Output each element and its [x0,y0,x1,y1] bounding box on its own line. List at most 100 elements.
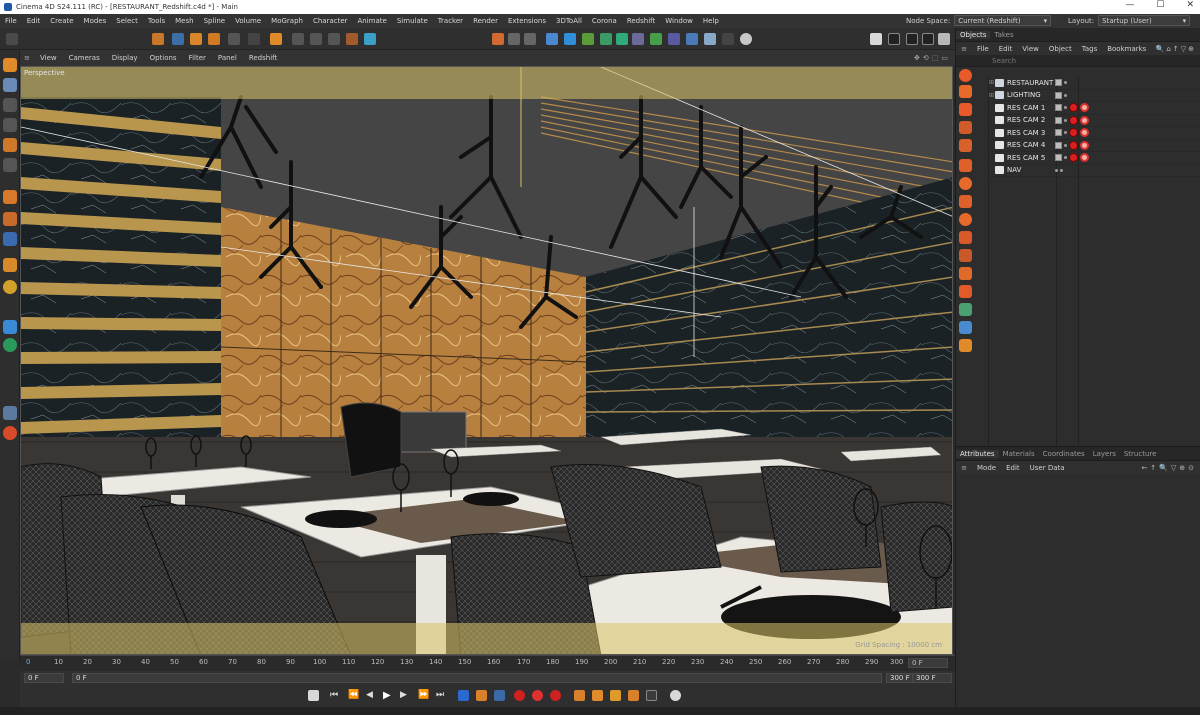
car-icon[interactable] [959,159,972,172]
objects-menu-view[interactable]: View [1017,45,1044,53]
motion-system-icon[interactable] [670,690,681,701]
tree-row-nav[interactable]: NAV [989,165,1200,177]
plugin-icon[interactable] [3,338,17,352]
camera-tag-icon[interactable] [1069,103,1078,113]
visibility-dot[interactable] [1064,143,1067,147]
minimize-button[interactable]: — [1125,0,1134,10]
point-mode-icon[interactable] [3,118,17,132]
position-key-icon[interactable] [574,690,585,701]
layer-checkbox[interactable] [1055,154,1062,162]
sky-icon[interactable] [959,285,972,298]
cloner-icon[interactable] [650,33,662,45]
group-icon[interactable] [959,195,972,208]
camera-tag-icon[interactable] [1069,140,1078,150]
layer-checkbox[interactable] [1055,79,1062,87]
lightbulb-icon[interactable] [959,177,972,190]
tab-materials[interactable]: Materials [999,450,1039,458]
hamburger-icon[interactable]: ≡ [956,464,972,472]
visibility-dot[interactable] [1055,168,1058,172]
tree-row-res-cam-3[interactable]: RES CAM 3 [989,127,1200,140]
node-space-dropdown[interactable]: Current (Redshift) ▾ [954,15,1052,26]
scatter-icon[interactable] [959,321,972,334]
cube-icon[interactable] [959,249,972,262]
visibility-dot[interactable] [1064,131,1067,135]
generator-icon[interactable] [616,33,628,45]
viewport-menu-panel[interactable]: Panel [212,54,243,62]
settings-icon[interactable] [938,33,950,45]
live-selection-icon[interactable] [152,33,164,45]
menu-extensions[interactable]: Extensions [503,17,551,25]
tree-row-res-cam-2[interactable]: RES CAM 2 [989,115,1200,127]
tree-row-res-cam-4[interactable]: RES CAM 4 [989,140,1200,152]
previous-frame-icon[interactable]: ◀ [366,690,377,701]
attributes-menu-edit[interactable]: Edit [1001,464,1025,472]
sculpt-icon[interactable] [3,280,17,294]
coordinate-system-icon[interactable] [346,33,358,45]
menu-create[interactable]: Create [45,17,78,25]
tab-takes[interactable]: Takes [990,31,1017,39]
objects-menu-object[interactable]: Object [1044,45,1077,53]
viewport-menu-redshift[interactable]: Redshift [243,54,283,62]
menu-tools[interactable]: Tools [143,17,170,25]
preview-start-input[interactable]: 0 F [72,673,882,683]
polygon-mode-icon[interactable] [3,158,17,172]
scale-key-icon[interactable] [610,690,621,701]
next-frame-icon[interactable]: ▶ [400,690,411,701]
previous-key-icon[interactable]: ⏪ [348,690,359,701]
clapboard-icon[interactable] [922,33,934,45]
scene-icon[interactable] [686,33,698,45]
axis-mode-icon[interactable] [3,190,17,204]
max-frame-input[interactable]: 300 F [912,673,952,683]
tab-structure[interactable]: Structure [1120,450,1161,458]
edge-mode-icon[interactable] [3,138,17,152]
play-icon[interactable]: ▶ [383,690,394,701]
light-group-icon[interactable] [959,103,972,116]
tree-row-restaurant[interactable]: ⊞ RESTAURANT [989,77,1200,90]
record-settings-icon[interactable] [308,690,319,701]
current-frame-input[interactable]: 0 F [24,673,64,683]
viewport-menu-filter[interactable]: Filter [183,54,212,62]
menu-file[interactable]: File [0,17,22,25]
gear-icon[interactable] [959,85,972,98]
attributes-menu-user-data[interactable]: User Data [1025,464,1070,472]
viewport-nav-icons[interactable]: ✥⟲⬚▭ [914,54,951,62]
redshift-render-icon[interactable] [870,33,882,45]
objects-menu-file[interactable]: File [972,45,994,53]
protection-tag-icon[interactable] [1080,128,1089,138]
model-icon[interactable] [3,78,17,92]
light-icon[interactable] [740,33,752,45]
menu-help[interactable]: Help [698,17,724,25]
record-key-icon[interactable] [514,690,525,701]
protection-tag-icon[interactable] [1080,140,1089,150]
menu-modes[interactable]: Modes [79,17,112,25]
wrench-icon[interactable] [3,320,17,334]
texture-icon[interactable] [3,98,17,112]
objects-menu-tags[interactable]: Tags [1077,45,1103,53]
menu-render[interactable]: Render [468,17,503,25]
attributes-nav-icons[interactable]: ←↑🔍▽⊕⊙ [1141,464,1197,472]
visibility-dot[interactable] [1064,118,1067,122]
hamburger-icon[interactable]: ≡ [956,45,972,53]
keyframe-mode-icon[interactable] [476,690,487,701]
menu-select[interactable]: Select [111,17,143,25]
z-axis-lock-icon[interactable] [328,33,340,45]
viewport-menu-view[interactable]: View [34,54,63,62]
menu-spline[interactable]: Spline [199,17,231,25]
maximize-button[interactable]: ☐ [1156,0,1164,10]
x-axis-lock-icon[interactable] [292,33,304,45]
go-to-start-icon[interactable]: ⏮ [330,690,341,701]
viewport-menu-cameras[interactable]: Cameras [63,54,106,62]
current-frame-field[interactable]: 0 F [908,658,948,668]
floor-icon[interactable] [704,33,716,45]
tree-row-lighting[interactable]: ⊞ LIGHTING [989,90,1200,102]
menu-window[interactable]: Window [660,17,698,25]
menu-3dtoall[interactable]: 3DToAll [551,17,587,25]
vray-icon[interactable] [3,406,17,420]
auto-keying-icon[interactable] [532,690,543,701]
clapboard-icon[interactable] [888,33,900,45]
attributes-menu-mode[interactable]: Mode [972,464,1001,472]
auto-key-icon[interactable] [494,690,505,701]
redshift-icon[interactable] [3,426,17,440]
menu-tracker[interactable]: Tracker [433,17,468,25]
viewport-menu-display[interactable]: Display [106,54,144,62]
